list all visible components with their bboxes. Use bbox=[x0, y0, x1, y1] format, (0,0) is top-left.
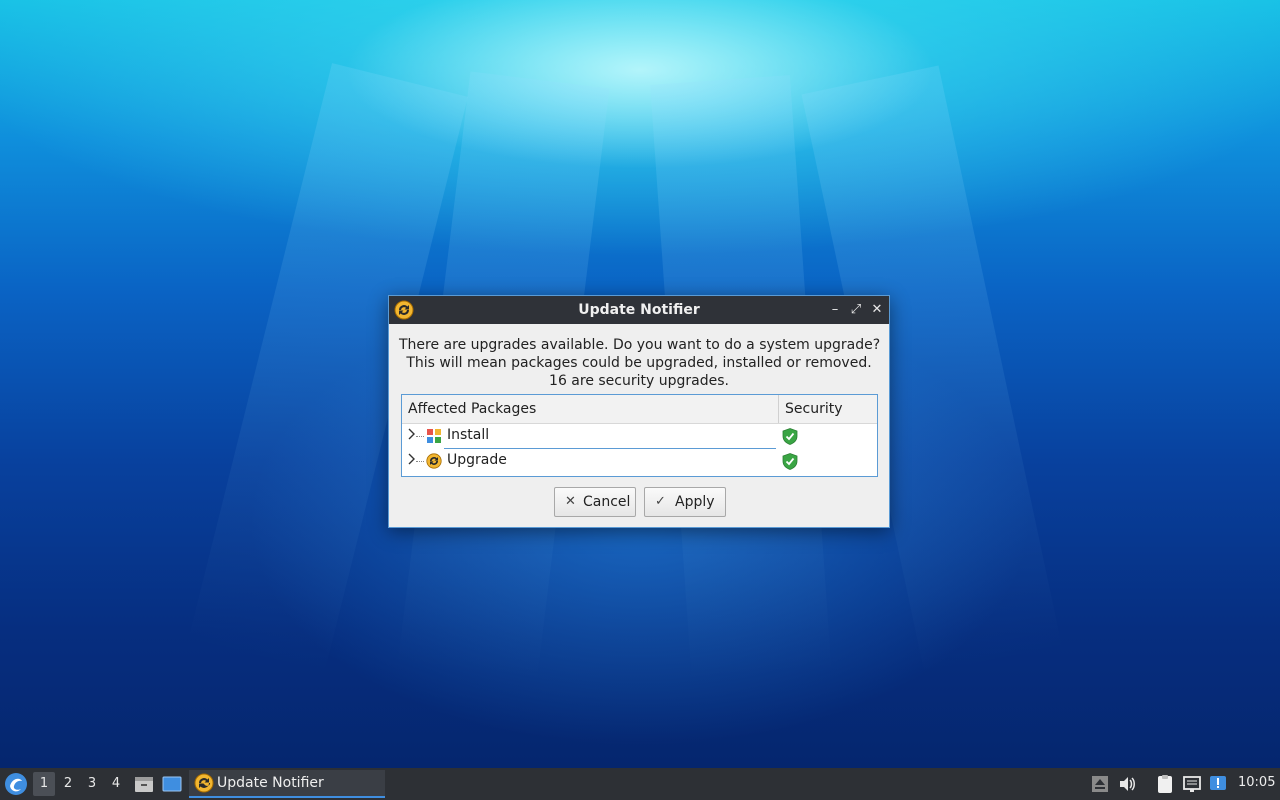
clipboard-icon[interactable] bbox=[1155, 774, 1175, 794]
task-label: Update Notifier bbox=[217, 775, 324, 791]
workspace-1[interactable]: 1 bbox=[33, 772, 55, 796]
affected-packages-tree[interactable]: Affected Packages Security Install Upgra… bbox=[401, 394, 878, 477]
dialog-titlebar[interactable]: Update Notifier – ⤢ ✕ bbox=[389, 296, 889, 324]
tree-header: Affected Packages Security bbox=[402, 395, 877, 424]
close-button[interactable]: ✕ bbox=[868, 300, 886, 320]
apply-button-label: Apply bbox=[675, 494, 715, 510]
file-manager-icon[interactable] bbox=[133, 773, 155, 795]
network-icon[interactable] bbox=[1182, 774, 1202, 794]
tree-row-label: Upgrade bbox=[447, 452, 507, 468]
clock[interactable]: 10:05 bbox=[1238, 775, 1275, 790]
checkmark-icon: ✓ bbox=[655, 494, 666, 509]
message-line: This will mean packages could be upgrade… bbox=[406, 355, 872, 371]
shield-check-icon bbox=[782, 453, 798, 470]
minimize-button[interactable]: – bbox=[826, 300, 844, 320]
dialog-message: There are upgrades available. Do you wan… bbox=[399, 336, 881, 390]
maximize-button[interactable]: ⤢ bbox=[847, 300, 865, 320]
workspace-4[interactable]: 4 bbox=[105, 772, 127, 796]
tree-branch-line bbox=[416, 436, 424, 437]
tree-branch-line bbox=[416, 461, 424, 462]
column-affected-packages[interactable]: Affected Packages bbox=[408, 395, 536, 423]
start-menu-icon[interactable] bbox=[4, 772, 28, 796]
taskbar: 1 2 3 4 Update Notifier 10:05 bbox=[0, 768, 1280, 800]
tree-row-install[interactable]: Install bbox=[402, 424, 877, 449]
tree-row-label: Install bbox=[447, 427, 490, 443]
workspace-2[interactable]: 2 bbox=[57, 772, 79, 796]
cancel-button-label: Cancel bbox=[583, 494, 631, 510]
package-icon bbox=[427, 429, 441, 443]
update-icon bbox=[426, 453, 442, 469]
workspace-3[interactable]: 3 bbox=[81, 772, 103, 796]
taskbar-item-update-notifier[interactable]: Update Notifier bbox=[189, 770, 385, 798]
dialog-title: Update Notifier bbox=[578, 302, 700, 318]
message-line: There are upgrades available. Do you wan… bbox=[399, 337, 881, 353]
message-line: 16 are security upgrades. bbox=[549, 373, 729, 389]
close-icon: ✕ bbox=[565, 494, 576, 509]
column-security[interactable]: Security bbox=[778, 395, 879, 423]
tree-row-upgrade[interactable]: Upgrade bbox=[402, 449, 877, 474]
update-notifier-dialog: Update Notifier – ⤢ ✕ There are upgrades… bbox=[388, 295, 890, 528]
expand-arrow-icon[interactable] bbox=[408, 453, 418, 467]
cancel-button[interactable]: ✕ Cancel bbox=[554, 487, 636, 517]
expand-arrow-icon[interactable] bbox=[408, 428, 418, 442]
shield-check-icon bbox=[782, 428, 798, 445]
eject-icon[interactable] bbox=[1090, 774, 1110, 794]
show-desktop-icon[interactable] bbox=[161, 773, 183, 795]
apply-button[interactable]: ✓ Apply bbox=[644, 487, 726, 517]
update-notifier-icon bbox=[194, 773, 214, 793]
update-notification-icon[interactable] bbox=[1208, 774, 1228, 794]
volume-icon[interactable] bbox=[1117, 774, 1137, 794]
